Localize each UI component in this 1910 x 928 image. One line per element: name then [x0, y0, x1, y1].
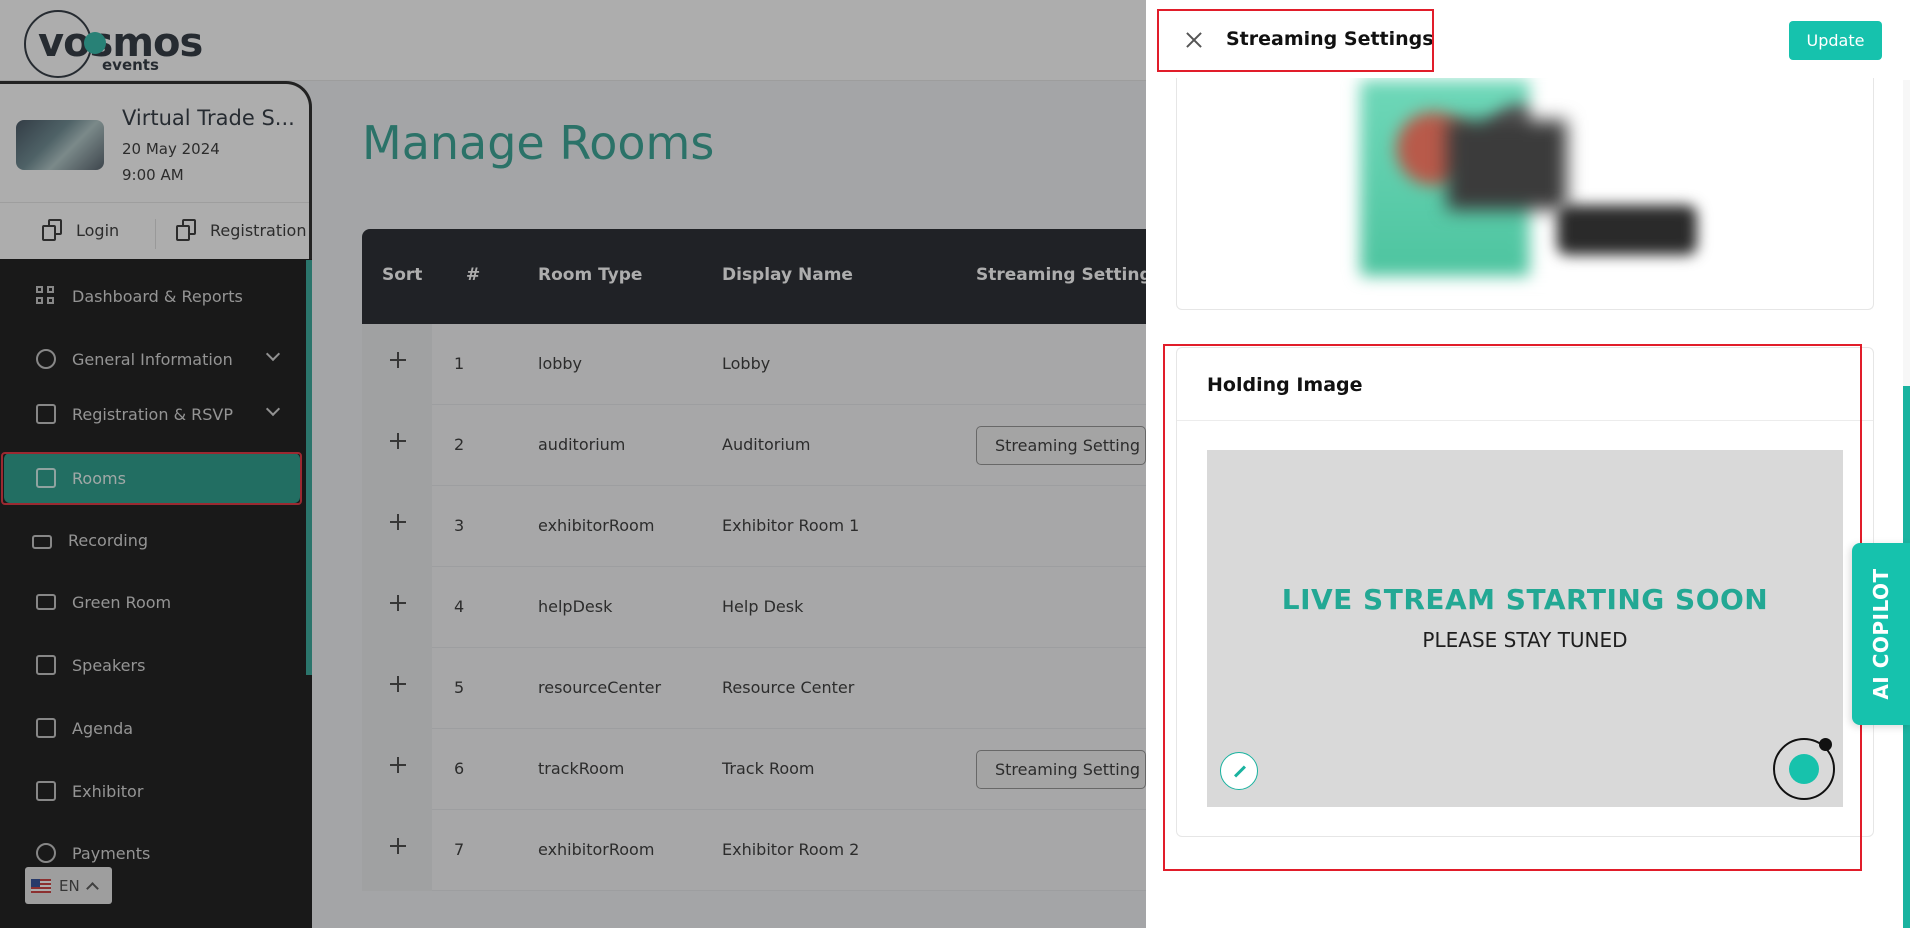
stream-preview-card — [1176, 60, 1874, 310]
record-icon — [1773, 738, 1835, 800]
modal-backdrop[interactable] — [0, 0, 1146, 928]
holding-image-preview: LIVE STREAM STARTING SOON PLEASE STAY TU… — [1207, 450, 1843, 807]
holding-headline: LIVE STREAM STARTING SOON — [1281, 583, 1769, 616]
ai-copilot-tab[interactable]: AI COPILOT — [1852, 543, 1910, 725]
holding-image-card: Holding Image LIVE STREAM STARTING SOON … — [1176, 347, 1874, 837]
edit-pencil-icon[interactable] — [1220, 752, 1258, 790]
holding-image-title: Holding Image — [1207, 374, 1363, 396]
close-icon[interactable] — [1186, 32, 1202, 48]
ai-copilot-label: AI COPILOT — [1869, 568, 1893, 700]
update-button[interactable]: Update — [1789, 21, 1882, 60]
drawer-title: Streaming Settings — [1226, 28, 1434, 50]
drawer-header: Streaming Settings Update — [1146, 0, 1910, 78]
holding-subline: PLEASE STAY TUNED — [1422, 628, 1628, 652]
divider — [1177, 420, 1873, 421]
streaming-settings-drawer: Streaming Settings Update Holding Image … — [1146, 0, 1910, 928]
